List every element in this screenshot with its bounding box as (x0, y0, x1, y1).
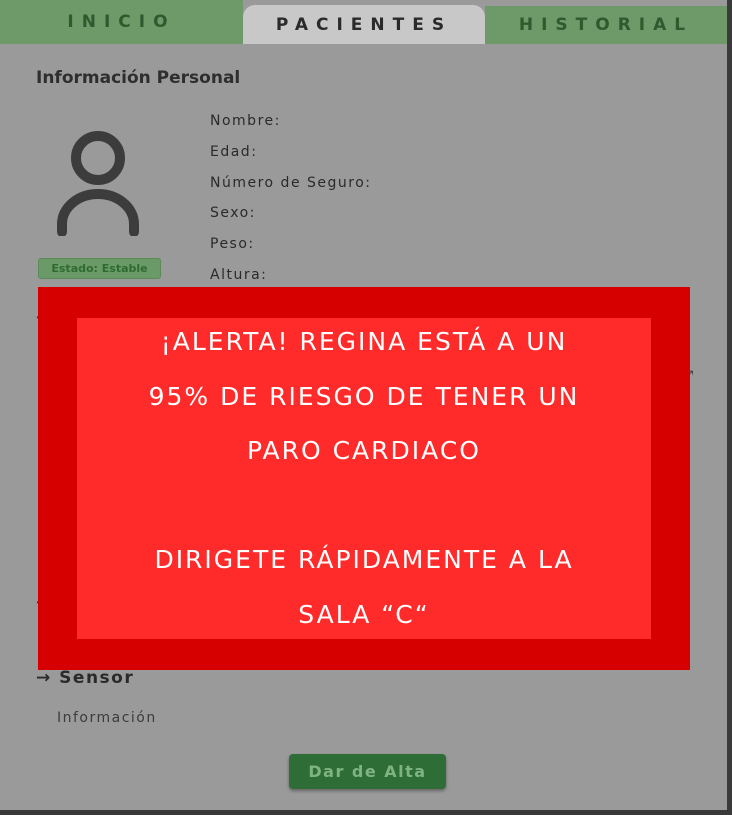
sensor-heading-label: Sensor (59, 668, 135, 688)
discharge-button[interactable]: Dar de Alta (289, 754, 446, 789)
sensor-info: Información (57, 710, 157, 726)
user-avatar-icon (57, 131, 139, 236)
alert-message: ¡ALERTA! REGINA ESTÁ A UN 95% DE RIESGO … (77, 318, 651, 639)
field-peso: Peso: (210, 236, 255, 253)
tab-pacientes[interactable]: PACIENTES (243, 5, 485, 44)
alert-line (77, 479, 651, 534)
sensor-heading: → Sensor (36, 668, 134, 688)
alert-line: 95% DE RIESGO DE TENER UN (148, 381, 580, 411)
tab-bar: INICIO PACIENTES HISTORIAL (0, 0, 727, 44)
status-badge: Estado: Estable (38, 258, 161, 279)
tab-historial[interactable]: HISTORIAL (485, 6, 727, 44)
field-edad: Edad: (210, 143, 258, 160)
personal-info-fields: Nombre: Edad: Número de Seguro: Sexo: Pe… (210, 110, 372, 295)
personal-info-title: Información Personal (36, 68, 241, 88)
tab-inicio[interactable]: INICIO (0, 0, 243, 44)
alert-line: PARO CARDIACO (247, 436, 481, 466)
alert-line: SALA “C“ (298, 599, 430, 629)
right-arrow-icon: → (36, 668, 52, 688)
field-nombre: Nombre: (210, 113, 281, 129)
app-window: INICIO PACIENTES HISTORIAL Información P… (0, 0, 727, 810)
alert-line: ¡ALERTA! REGINA ESTÁ A UN (160, 327, 568, 356)
alert-modal: ¡ALERTA! REGINA ESTÁ A UN 95% DE RIESGO … (38, 287, 690, 670)
alert-line: DIRIGETE RÁPIDAMENTE A LA (154, 545, 574, 575)
field-numero-seguro: Número de Seguro: (210, 174, 372, 191)
field-sexo: Sexo: (210, 205, 256, 222)
